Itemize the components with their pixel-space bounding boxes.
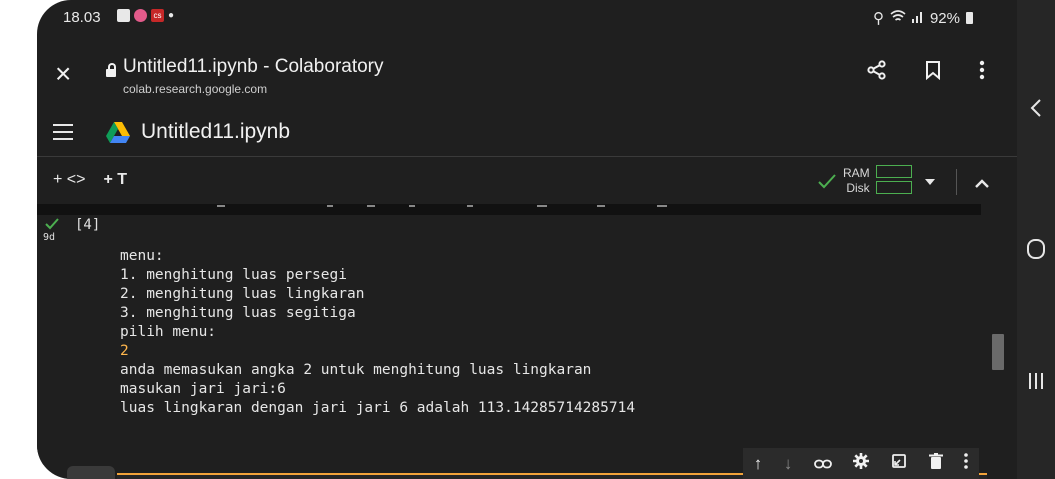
- output-line: masukan jari jari:6: [120, 381, 286, 397]
- phone-screen: 18.03 cs ● ⚲ 92% × Untitled11.ipynb - Co…: [37, 0, 1017, 479]
- wifi-icon: [890, 9, 906, 27]
- disk-label: Disk: [846, 181, 870, 195]
- output-line: 3. menghitung luas segitiga: [120, 305, 356, 321]
- output-line: 2. menghitung luas lingkaran: [120, 286, 365, 302]
- execution-count: [4]: [75, 217, 101, 233]
- bookmark-icon[interactable]: [925, 60, 941, 85]
- delete-icon[interactable]: [928, 453, 943, 474]
- chevron-up-icon[interactable]: [974, 175, 990, 193]
- divider: [956, 169, 957, 195]
- ram-label: RAM: [843, 166, 870, 180]
- notification-icons: cs ●: [117, 9, 174, 22]
- browser-actions: [867, 60, 985, 85]
- output-line: menu:: [120, 248, 164, 264]
- calendar-icon: [117, 9, 130, 22]
- connected-check-icon: [818, 174, 836, 189]
- arrow-down-icon[interactable]: ↓: [784, 454, 793, 474]
- previous-cell-editor: [37, 204, 981, 215]
- runtime-dropdown-icon[interactable]: [925, 179, 935, 185]
- add-code-button[interactable]: + <>: [53, 171, 85, 189]
- dot-icon: ●: [168, 10, 175, 21]
- home-icon[interactable]: [1017, 238, 1055, 265]
- close-icon[interactable]: ×: [55, 60, 71, 88]
- share-icon[interactable]: [867, 60, 887, 85]
- output-line: anda memasukan angka 2 untuk menghitung …: [120, 362, 592, 378]
- output-line: pilih menu:: [120, 324, 217, 340]
- next-cell-run-button[interactable]: [67, 466, 115, 479]
- location-icon: ⚲: [872, 10, 884, 27]
- battery-icon: [966, 12, 973, 24]
- scrollbar-thumb[interactable]: [992, 334, 1004, 370]
- colab-toolbar: + <> + T RAM Disk: [37, 156, 1017, 205]
- status-right: ⚲ 92%: [873, 9, 973, 27]
- system-nav-bar: [1017, 0, 1055, 479]
- output-line: 2: [120, 343, 129, 359]
- output-line: luas lingkaran dengan jari jari 6 adalah…: [120, 400, 636, 416]
- colab-header: Untitled11.ipynb: [37, 110, 1017, 156]
- app-icon: [134, 9, 147, 22]
- link-icon[interactable]: [814, 454, 832, 474]
- execution-time: 9d: [43, 232, 56, 243]
- add-text-button[interactable]: + T: [103, 171, 127, 189]
- ram-bar: [875, 165, 912, 178]
- google-drive-icon[interactable]: [106, 122, 130, 148]
- page-title: Untitled11.ipynb - Colaboratory: [123, 56, 384, 77]
- status-bar: 18.03 cs ● ⚲ 92%: [37, 0, 1017, 42]
- disk-bar: [875, 181, 912, 194]
- lock-icon: [106, 63, 116, 77]
- cell-output: menu: 1. menghitung luas persegi 2. meng…: [120, 247, 635, 418]
- mirror-cell-icon[interactable]: [891, 453, 907, 474]
- output-line: 1. menghitung luas persegi: [120, 267, 347, 283]
- recents-icon[interactable]: [1017, 372, 1055, 395]
- code-cell: 9d [4] menu: 1. menghitung luas persegi …: [37, 215, 981, 465]
- status-time: 18.03: [63, 9, 101, 26]
- settings-icon[interactable]: [853, 453, 870, 474]
- arrow-up-icon[interactable]: ↑: [754, 454, 763, 474]
- notebook-name[interactable]: Untitled11.ipynb: [141, 120, 290, 144]
- signal-icon: [911, 10, 924, 27]
- more-vert-icon[interactable]: [964, 453, 968, 474]
- runtime-status[interactable]: RAM Disk: [817, 165, 912, 197]
- battery-level: 92%: [929, 9, 960, 27]
- browser-bar: × Untitled11.ipynb - Colaboratory colab.…: [37, 42, 1017, 110]
- menu-icon[interactable]: [53, 124, 73, 145]
- cs-icon: cs: [151, 9, 164, 22]
- cell-toolbar: ↑ ↓: [743, 448, 979, 479]
- back-icon[interactable]: [1017, 98, 1055, 123]
- page-url: colab.research.google.com: [123, 82, 268, 96]
- more-vert-icon[interactable]: [979, 60, 985, 85]
